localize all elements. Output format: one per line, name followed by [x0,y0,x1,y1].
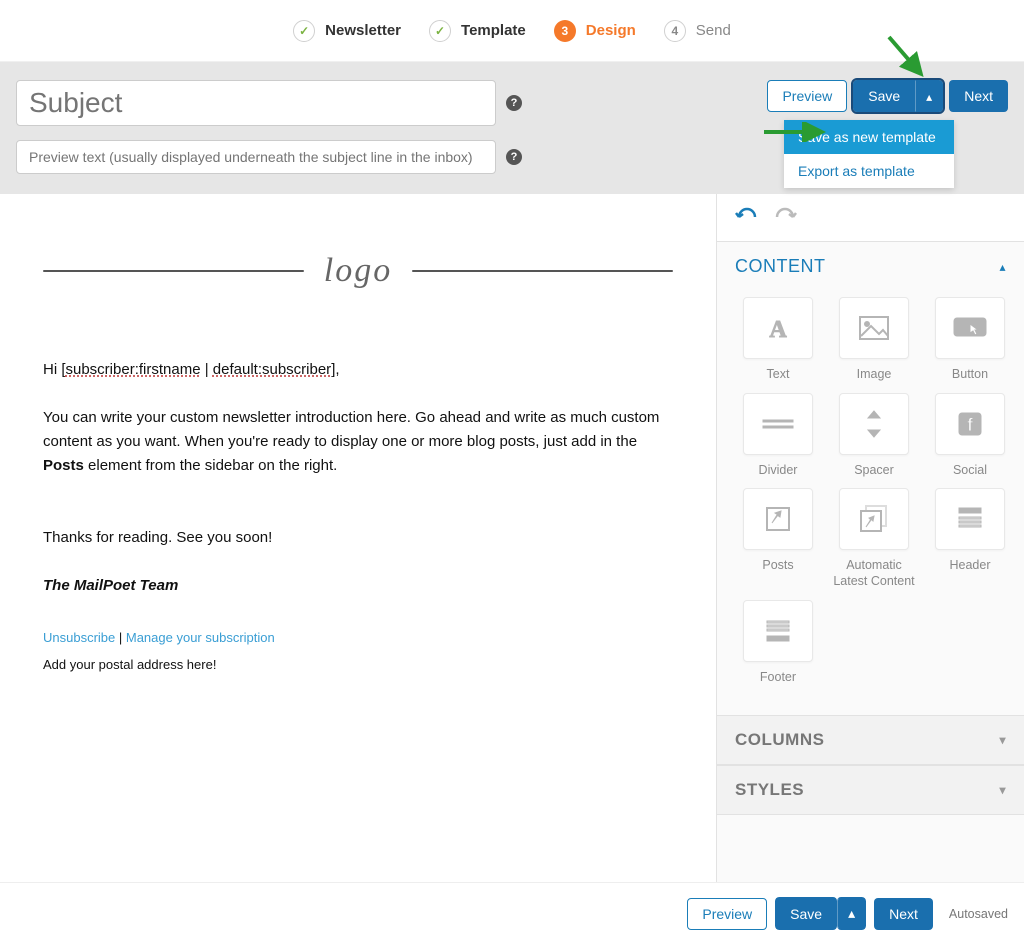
redo-icon[interactable] [773,205,797,231]
tile-header[interactable]: Header [927,488,1013,589]
panel-styles-header[interactable]: STYLES ▾ [717,765,1024,815]
body-paragraph: Thanks for reading. See you soon! [43,526,673,550]
postal-address: Add your postal address here! [43,655,673,676]
autosaved-label: Autosaved [949,907,1008,921]
help-icon[interactable]: ? [506,149,522,165]
tile-footer[interactable]: Footer [735,600,821,686]
top-action-buttons: Preview Save Next Save as new template E… [767,80,1008,112]
save-dropdown-toggle[interactable] [915,80,943,112]
step-send[interactable]: 4 Send [664,20,731,42]
merge-tag: subscriber:firstname [66,361,201,378]
merge-tag: default:subscriber [213,361,331,378]
email-canvas[interactable]: logo Hi [subscriber:firstname | default:… [0,194,716,884]
tile-automatic-latest-content[interactable]: Automatic Latest Content [831,488,917,589]
divider-line [43,270,304,272]
step-design[interactable]: 3 Design [554,20,636,42]
footer-links: Unsubscribe | Manage your subscription [43,628,673,649]
preview-text-input[interactable] [16,140,496,174]
subject-input[interactable] [16,80,496,126]
chevron-down-icon: ▾ [999,783,1006,797]
chevron-up-icon: ▴ [999,260,1006,274]
save-split-button: Save [853,80,943,112]
tile-text[interactable]: A Text [735,297,821,383]
bold-text: Posts [43,457,84,474]
step-number-icon: 3 [554,20,576,42]
save-dropdown-menu: Save as new template Export as template [784,120,954,188]
tile-button[interactable]: Button [927,297,1013,383]
panel-columns-header[interactable]: COLUMNS ▾ [717,715,1024,765]
step-number-icon: 4 [664,20,686,42]
preview-button-bottom[interactable]: Preview [687,898,767,930]
step-label: Design [586,22,636,39]
body-paragraph: You can write your custom newsletter int… [43,406,673,478]
step-template[interactable]: ✓ Template [429,20,526,42]
undo-icon[interactable] [735,205,759,231]
save-button[interactable]: Save [853,80,915,112]
chevron-down-icon: ▾ [999,733,1006,747]
step-label: Newsletter [325,22,401,39]
save-split-button-bottom: Save ▴ [775,897,866,930]
help-icon[interactable]: ? [506,95,522,111]
export-as-template-item[interactable]: Export as template [784,154,954,188]
tile-spacer[interactable]: Spacer [831,393,917,479]
save-dropdown-toggle-bottom[interactable]: ▴ [837,897,866,930]
panel-content-header[interactable]: CONTENT ▴ [717,242,1024,291]
unsubscribe-link[interactable]: Unsubscribe [43,630,115,645]
tile-posts[interactable]: Posts [735,488,821,589]
svg-text:f: f [967,415,974,435]
history-controls [717,194,1024,242]
tile-image[interactable]: Image [831,297,917,383]
check-icon: ✓ [429,20,451,42]
greeting-line: Hi [subscriber:firstname | default:subsc… [43,358,673,382]
editor-sidebar: CONTENT ▴ A Text Image Button Divider [716,194,1024,884]
next-button-bottom[interactable]: Next [874,898,933,930]
tile-social[interactable]: f Social [927,393,1013,479]
header-toolbar: ? ? Preview Save Next Save as new templa… [0,62,1024,194]
bottom-toolbar: Preview Save ▴ Next Autosaved [0,882,1024,944]
tile-divider[interactable]: Divider [735,393,821,479]
save-as-template-item[interactable]: Save as new template [784,120,954,154]
save-button-bottom[interactable]: Save [775,897,837,930]
next-button[interactable]: Next [949,80,1008,112]
step-label: Template [461,22,526,39]
step-newsletter[interactable]: ✓ Newsletter [293,20,401,42]
check-icon: ✓ [293,20,315,42]
logo-header: logo [43,244,673,298]
logo-text: logo [324,244,392,298]
step-label: Send [696,22,731,39]
preview-button[interactable]: Preview [767,80,847,112]
svg-text:A: A [769,317,787,341]
signature: The MailPoet Team [43,574,673,598]
manage-subscription-link[interactable]: Manage your subscription [126,630,275,645]
divider-line [412,270,673,272]
steps-nav: ✓ Newsletter ✓ Template 3 Design 4 Send [0,0,1024,62]
content-tiles: A Text Image Button Divider Spacer f S [717,291,1024,715]
